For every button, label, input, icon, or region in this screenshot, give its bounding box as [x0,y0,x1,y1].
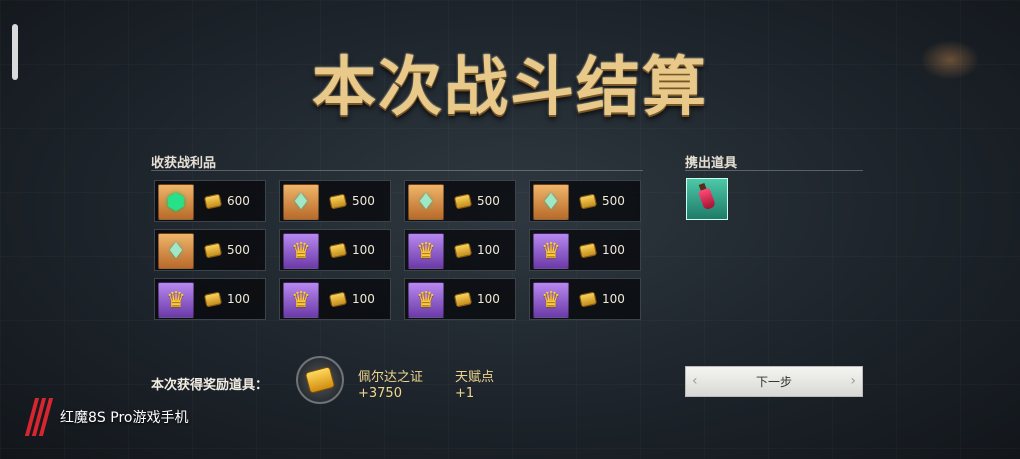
green-gem-icon: ⬢ [166,189,186,215]
loot-item-cell[interactable]: ⬢ 600 [154,180,266,222]
item-frame: ♦ [283,184,319,220]
device-watermark: 红魔8S Pro游戏手机 [24,398,189,436]
reward-value-talent: +1 [455,386,475,401]
potion-icon [697,187,717,211]
item-frame: ♛ [408,233,444,269]
loot-item-cell[interactable]: ♦ 500 [154,229,266,271]
coin-icon [203,242,223,259]
reward-medal-icon[interactable] [296,356,344,404]
item-frame: ♦ [533,184,569,220]
crystal-icon: ♦ [416,189,436,215]
coin-icon [453,242,473,259]
loot-item-cell[interactable]: ♛ 100 [404,278,516,320]
crystal-icon: ♦ [291,189,311,215]
item-frame: ♦ [158,233,194,269]
crystal-icon: ♦ [541,189,561,215]
loot-item-cell[interactable]: ♦ 500 [529,180,641,222]
coin-icon [328,291,348,308]
loot-quantity: 600 [227,194,250,208]
crown-icon: ♛ [291,238,311,264]
coin-icon [578,242,598,259]
coin-icon [453,193,473,210]
item-frame: ♛ [408,282,444,318]
chevron-left-icon: ‹ [692,373,698,389]
loot-item-cell[interactable]: ♛ 100 [279,278,391,320]
crown-icon: ♛ [416,287,436,313]
dropped-item-slot[interactable] [686,178,728,220]
loot-item-cell[interactable]: ♛ 100 [279,229,391,271]
item-frame: ⬢ [158,184,194,220]
watermark-text: 红魔8S Pro游戏手机 [60,410,189,426]
dropped-section-divider [685,170,863,171]
loot-item-cell[interactable]: ♦ 500 [279,180,391,222]
coin-icon [328,193,348,210]
coin-icon [578,193,598,210]
crown-icon: ♛ [541,287,561,313]
crown-icon: ♛ [166,287,186,313]
reward-value-pelda: +3750 [358,386,402,401]
loot-item-cell[interactable]: ♛ 100 [404,229,516,271]
crown-icon: ♛ [291,287,311,313]
next-step-button[interactable]: ‹ 下一步 › [685,366,863,397]
coin-icon [203,193,223,210]
loot-quantity: 500 [477,194,500,208]
item-frame: ♛ [283,233,319,269]
coin-icon [203,291,223,308]
reward-name-pelda: 佩尔达之证 [358,370,424,385]
reward-label: 本次获得奖励道具： [151,378,269,393]
redmagic-logo-icon [24,398,54,436]
loot-quantity: 500 [602,194,625,208]
crown-icon: ♛ [416,238,436,264]
coin-icon [578,291,598,308]
battle-result-title: 本次战斗结算 [312,50,708,125]
reward-name-talent: 天赋点 [455,370,495,385]
coin-icon [328,242,348,259]
loot-quantity: 100 [227,292,250,306]
item-frame: ♛ [158,282,194,318]
loot-item-cell[interactable]: ♛ 100 [529,229,641,271]
loot-item-cell[interactable]: ♦ 500 [404,180,516,222]
loot-quantity: 100 [602,243,625,257]
item-frame: ♦ [408,184,444,220]
loot-quantity: 100 [477,292,500,306]
loot-quantity: 100 [352,292,375,306]
loot-quantity: 100 [477,243,500,257]
coin-icon [453,291,473,308]
gold-token-icon [304,366,336,394]
loot-quantity: 100 [352,243,375,257]
dropped-section-label: 携出道具 [685,156,738,171]
crystal-icon: ♦ [166,238,186,264]
loot-item-cell[interactable]: ♛ 100 [154,278,266,320]
loot-quantity: 100 [602,292,625,306]
loot-quantity: 500 [352,194,375,208]
item-frame: ♛ [533,233,569,269]
chevron-right-icon: › [850,373,856,389]
loot-item-cell[interactable]: ♛ 100 [529,278,641,320]
loot-section-label: 收获战利品 [151,156,217,171]
item-frame: ♛ [283,282,319,318]
loot-section-divider [151,170,643,171]
loot-quantity: 500 [227,243,250,257]
item-frame: ♛ [533,282,569,318]
next-step-label: 下一步 [755,375,792,389]
crown-icon: ♛ [541,238,561,264]
